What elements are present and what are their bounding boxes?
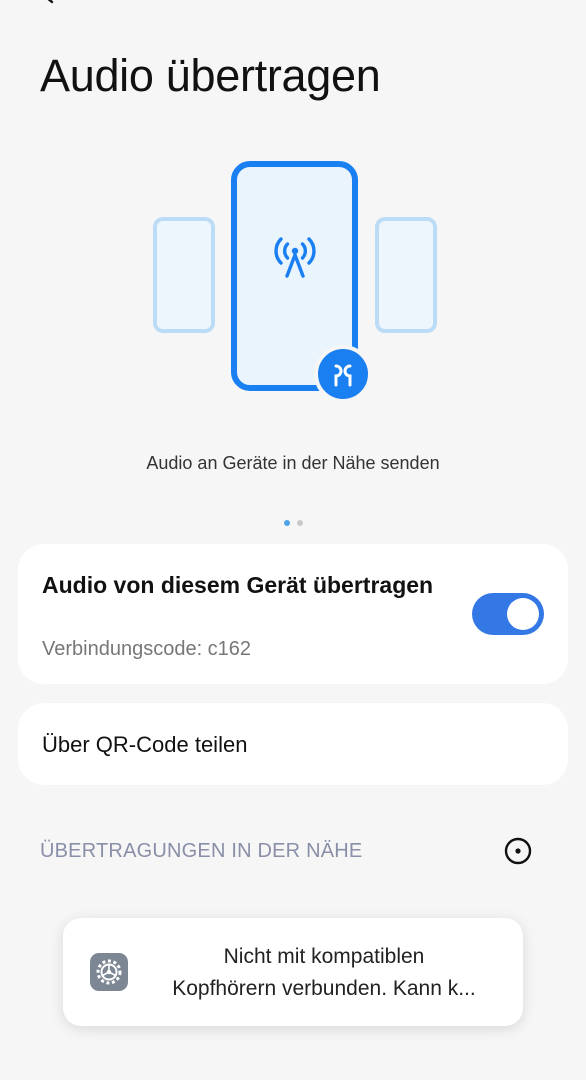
- page-indicator: [0, 520, 586, 526]
- chevron-left-icon: [47, 0, 54, 4]
- broadcast-title: Audio von diesem Gerät übertragen: [42, 572, 434, 598]
- page-dot: [296, 520, 303, 526]
- connection-code: Verbindungscode: c162: [42, 638, 252, 660]
- toast-text: Nicht mit kompatiblen Kopfhörern verbund…: [143, 941, 505, 1005]
- broadcast-card[interactable]: Audio von diesem Gerät übertragen Verbin…: [18, 544, 568, 684]
- right-device-outline: [375, 217, 437, 333]
- earbuds-badge: [314, 345, 372, 403]
- left-device-outline: [153, 217, 215, 333]
- toast-line-2: Kopfhörern verbunden. Kann k...: [172, 977, 476, 1000]
- back-button[interactable]: [34, 0, 64, 12]
- settings-gear-icon: [90, 953, 128, 991]
- broadcast-illustration: [153, 161, 437, 403]
- illustration-caption: Audio an Geräte in der Nähe senden: [146, 453, 440, 473]
- share-qr-label: Über QR-Code teilen: [42, 732, 248, 757]
- toast-line-1: Nicht mit kompatiblen: [223, 945, 425, 968]
- broadcast-toggle[interactable]: [472, 593, 544, 635]
- nearby-broadcasts-header: ÜBERTRAGUNGEN IN DER NÄHE: [40, 840, 363, 862]
- page-dot-active: [283, 520, 290, 526]
- page-title: Audio übertragen: [40, 50, 381, 101]
- toggle-knob: [507, 598, 539, 630]
- toast-message: Nicht mit kompatiblen Kopfhörern verbund…: [63, 918, 523, 1026]
- share-qr-card[interactable]: Über QR-Code teilen: [18, 703, 568, 785]
- refresh-icon[interactable]: [503, 836, 533, 866]
